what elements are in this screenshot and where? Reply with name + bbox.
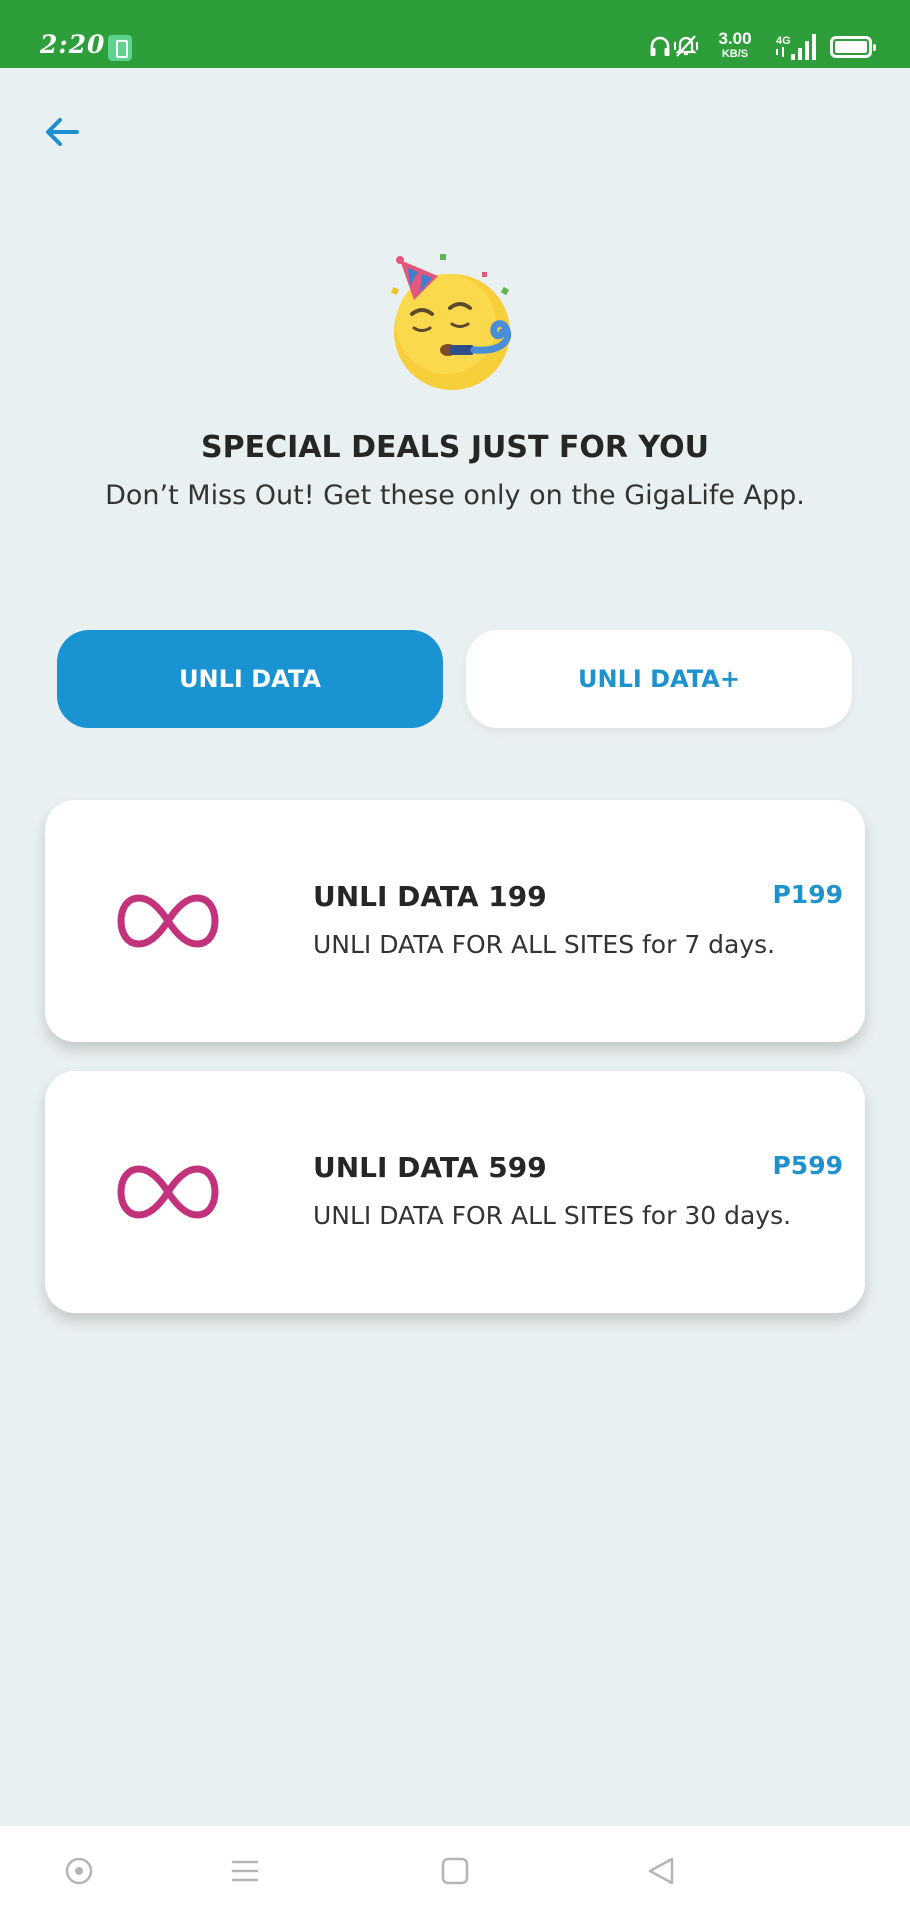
home-square-icon[interactable] xyxy=(440,1856,470,1886)
back-button[interactable] xyxy=(40,110,84,154)
party-face-emoji-icon xyxy=(391,254,511,390)
deal-name: UNLI DATA 199 xyxy=(313,880,547,913)
menu-icon[interactable] xyxy=(230,1856,260,1886)
deal-description: UNLI DATA FOR ALL SITES for 7 days. xyxy=(313,930,776,959)
page-title: SPECIAL DEALS JUST FOR YOU xyxy=(201,430,709,465)
status-bar: 2:20 3.00 KB/S 4G xyxy=(0,0,910,68)
signal-icon: 4G xyxy=(776,34,816,60)
battery-icon xyxy=(830,36,876,58)
deal-name: UNLI DATA 599 xyxy=(313,1151,547,1184)
status-time: 2:20 xyxy=(40,30,106,59)
system-nav-bar xyxy=(0,1826,910,1920)
page-subtitle: Don’t Miss Out! Get these only on the Gi… xyxy=(105,480,805,511)
back-triangle-icon[interactable] xyxy=(646,1856,676,1886)
network-type: 4G xyxy=(776,35,791,47)
battery-saver-icon xyxy=(108,35,132,61)
arrow-left-icon xyxy=(46,118,79,146)
network-speed: 3.00 KB/S xyxy=(710,30,760,60)
tab-unli-data-plus[interactable]: UNLI DATA+ xyxy=(466,630,852,728)
deal-card-unli-data-199[interactable]: UNLI DATA 199 UNLI DATA FOR ALL SITES fo… xyxy=(45,800,865,1042)
infinity-icon xyxy=(117,894,219,948)
assistant-dot-icon[interactable] xyxy=(64,1856,94,1886)
infinity-icon xyxy=(117,1165,219,1219)
headphone-icon xyxy=(650,36,670,56)
deal-card-unli-data-599[interactable]: UNLI DATA 599 UNLI DATA FOR ALL SITES fo… xyxy=(45,1071,865,1313)
vibrate-mute-icon xyxy=(674,35,698,57)
network-speed-value: 3.00 xyxy=(718,29,752,48)
deal-price: P599 xyxy=(772,1151,843,1180)
deal-price: P199 xyxy=(772,880,843,909)
network-speed-unit: KB/S xyxy=(721,48,749,60)
deal-description: UNLI DATA FOR ALL SITES for 30 days. xyxy=(313,1201,792,1230)
tab-unli-data[interactable]: UNLI DATA xyxy=(57,630,443,728)
